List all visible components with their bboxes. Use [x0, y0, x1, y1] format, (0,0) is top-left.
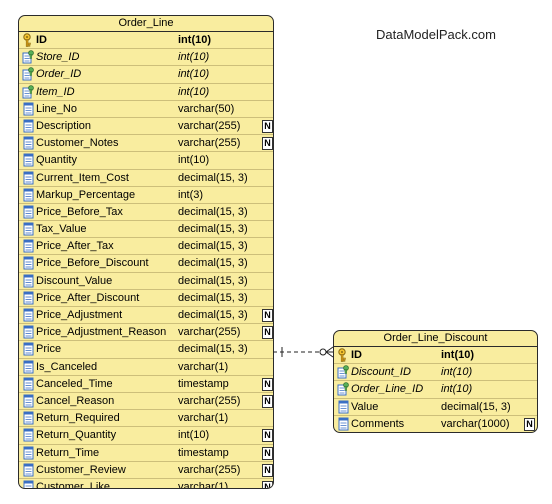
crowfoot-top [325, 346, 334, 353]
relationship-connector[interactable] [0, 0, 552, 504]
optional-marker [319, 348, 327, 356]
crowfoot-bottom [325, 351, 334, 358]
